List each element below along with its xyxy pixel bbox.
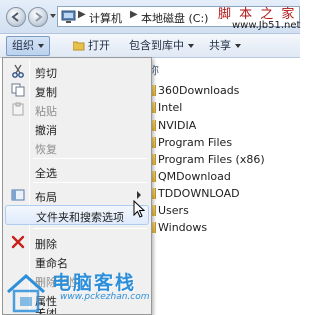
chevron-down-icon — [188, 44, 194, 48]
breadcrumb-computer[interactable]: 计算机 — [89, 10, 122, 26]
back-button[interactable] — [6, 7, 26, 27]
menu-item-label: 粘贴 — [35, 105, 57, 118]
file-name: NVIDIA — [158, 119, 197, 132]
layout-icon — [11, 189, 25, 201]
menu-item-folder-options[interactable]: 文件夹和搜索选项 — [5, 205, 149, 225]
organize-button[interactable]: 组织 — [6, 36, 50, 56]
watermark-url: www.Jb51.net — [232, 20, 301, 31]
file-name: 360Downloads — [158, 84, 240, 97]
menu-item-label: 复制 — [35, 86, 57, 99]
menu-item-delete[interactable]: 删除 — [5, 232, 149, 252]
menu-separator — [33, 182, 147, 183]
list-item[interactable]: Intel — [150, 99, 300, 116]
breadcrumb-separator[interactable]: ▶ — [130, 9, 138, 20]
list-item[interactable]: 360Downloads — [150, 82, 300, 99]
list-item[interactable]: NVIDIA — [150, 117, 300, 134]
menu-item-undo[interactable]: 撤消 — [5, 118, 149, 138]
mouse-pointer-icon — [133, 200, 145, 218]
file-name: TDDOWNLOAD — [158, 187, 240, 200]
menu-item-label: 撤消 — [35, 124, 57, 137]
command-toolbar: 组织 打开 包含到库中 共享 — [0, 34, 300, 58]
menu-item-select-all[interactable]: 全选 — [5, 161, 149, 181]
computer-icon — [61, 10, 76, 23]
menu-item-label: 恢复 — [35, 143, 57, 156]
arrow-left-icon — [11, 12, 19, 22]
menu-item-cut[interactable]: 剪切 — [5, 61, 149, 81]
chevron-down-icon — [38, 44, 44, 48]
menu-item-redo[interactable]: 恢复 — [5, 137, 149, 157]
chevron-down-icon — [235, 44, 241, 48]
list-item[interactable]: Windows — [150, 219, 300, 236]
file-name: Users — [158, 204, 189, 217]
folder-open-icon — [73, 41, 85, 51]
file-name: Intel — [158, 101, 183, 114]
menu-item-copy[interactable]: 复制 — [5, 80, 149, 100]
file-name: Windows — [158, 221, 208, 234]
copy-icon — [11, 83, 25, 97]
file-name: Program Files — [158, 136, 233, 149]
include-in-library-button[interactable]: 包含到库中 — [124, 36, 199, 56]
scissors-icon — [12, 64, 24, 78]
menu-item-label: 全选 — [35, 167, 57, 180]
list-item[interactable]: Program Files (x86) — [150, 151, 300, 168]
paste-icon — [12, 102, 24, 116]
file-name: QMDownload — [158, 170, 231, 183]
organize-label: 组织 — [12, 39, 34, 52]
bottom-watermark-url: www.pckezhan.com — [60, 292, 150, 302]
menu-item-label: 文件夹和搜索选项 — [36, 211, 124, 224]
bottom-watermark-title: 电脑客栈 — [52, 272, 137, 294]
list-item[interactable]: Program Files — [150, 134, 300, 151]
delete-x-icon — [11, 235, 25, 249]
list-item[interactable]: Users — [150, 202, 300, 219]
open-label: 打开 — [88, 39, 110, 52]
menu-separator — [33, 158, 147, 159]
breadcrumb-local-disk-c[interactable]: 本地磁盘 (C:) — [141, 10, 208, 26]
file-name: Program Files (x86) — [158, 153, 265, 166]
menu-separator — [33, 228, 147, 229]
open-button[interactable]: 打开 — [68, 36, 115, 56]
share-button[interactable]: 共享 — [204, 36, 246, 56]
recent-pages-dropdown[interactable] — [50, 14, 56, 18]
menu-item-paste[interactable]: 粘贴 — [5, 99, 149, 119]
chevron-right-icon — [137, 191, 141, 199]
menu-item-layout[interactable]: 布局 — [5, 185, 149, 205]
list-item[interactable]: TDDOWNLOAD — [150, 185, 300, 202]
menu-item-label: 布局 — [35, 191, 57, 204]
menu-item-label: 删除 — [35, 238, 57, 251]
forward-button[interactable] — [28, 7, 48, 27]
arrow-right-icon — [35, 12, 43, 22]
share-label: 共享 — [209, 39, 231, 52]
breadcrumb-separator[interactable]: ▶ — [78, 9, 86, 20]
list-item[interactable]: QMDownload — [150, 168, 300, 185]
include-in-library-label: 包含到库中 — [129, 39, 184, 52]
menu-item-label: 剪切 — [35, 67, 57, 80]
